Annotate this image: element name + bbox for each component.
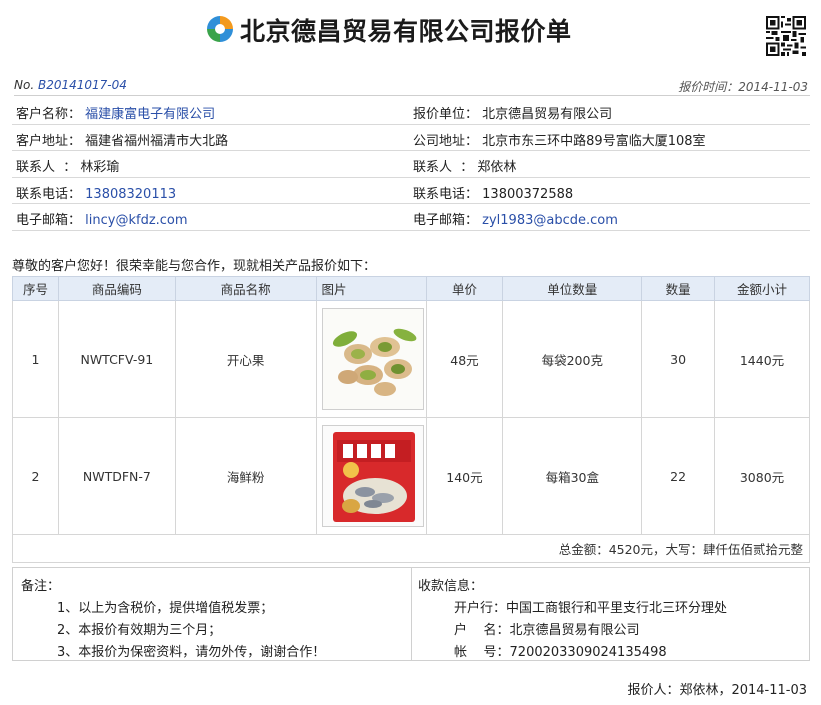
account-name: 户 名：北京德昌贸易有限公司 [454, 623, 640, 638]
col-header-name: 商品名称 [174, 276, 317, 301]
greeting-text: 尊敬的客户您好！很荣幸能与您合作，现就相关产品报价如下： [12, 259, 377, 274]
row-unit-qty: 每箱30盒 [502, 417, 643, 535]
party-info: 客户名称： 福建康富电子有限公司 报价单位： 北京德昌贸易有限公司 客户地址： … [12, 98, 810, 231]
quote-date-label: 报价时间： [678, 80, 739, 94]
row-name: 海鲜粉 [174, 417, 317, 535]
remark-line: 2、本报价有效期为三个月； [57, 623, 222, 638]
info-row-address: 客户地址： 福建省福州福清市大北路 公司地址： 北京市东三环中路89号富临大厦1… [12, 125, 810, 151]
client-contact-value: 林彩瑜 [80, 160, 120, 175]
row-price: 140元 [425, 417, 504, 535]
quote-meta-row: No. B20141017-04 报价时间：2014-11-03 [14, 76, 810, 96]
row-price: 48元 [425, 300, 504, 418]
document-header: 北京德昌贸易有限公司报价单 [0, 0, 821, 62]
table-header-row: 序号 商品编码 商品名称 图片 单价 单位数量 数量 金额小计 [12, 276, 810, 301]
col-header-code: 商品编码 [57, 276, 176, 301]
supplier-unit-value: 北京德昌贸易有限公司 [482, 107, 613, 122]
supplier-contact: 联系人 ： 郑依林 [413, 160, 517, 175]
col-header-price: 单价 [425, 276, 504, 301]
quote-number: No. B20141017-04 [14, 78, 127, 92]
page-title: 北京德昌贸易有限公司报价单 [240, 17, 572, 46]
col-header-no: 序号 [12, 276, 59, 301]
qr-code-icon [766, 16, 806, 56]
col-header-image: 图片 [315, 276, 427, 301]
quote-items-table: 序号 商品编码 商品名称 图片 单价 单位数量 数量 金额小计 1 NWTCFV… [12, 276, 810, 563]
row-code: NWTCFV-91 [57, 300, 176, 418]
col-header-unit-qty: 单位数量 [502, 276, 643, 301]
quoter-signature: 报价人：郑依林，2014-11-03 [627, 683, 807, 698]
row-qty: 22 [641, 417, 716, 535]
row-no: 2 [12, 417, 59, 535]
quote-number-value: B20141017-04 [37, 78, 127, 92]
account-number: 帐 号：7200203309024135498 [454, 645, 667, 660]
row-no: 1 [12, 300, 59, 418]
client-address-value: 福建省福州福清市大北路 [85, 133, 229, 149]
bank-name: 开户行：中国工商银行和平里支行北三环分理处 [454, 601, 728, 616]
remark-line: 3、本报价为保密资料，请勿外传，谢谢合作！ [57, 645, 326, 660]
quote-number-label: No. [14, 78, 35, 92]
client-contact: 联系人 ： 林彩瑜 [16, 160, 120, 175]
supplier-address-value: 北京市东三环中路89号富临大厦108室 [482, 133, 706, 149]
client-address: 客户地址： 福建省福州福清市大北路 [16, 133, 229, 149]
client-email: 电子邮箱： lincy@kfdz.com [16, 213, 188, 228]
client-name: 客户名称： 福建康富电子有限公司 [16, 107, 216, 122]
row-subtotal: 3080元 [714, 417, 810, 535]
notes-panel: 备注： 1、以上为含税价，提供增值税发票； 2、本报价有效期为三个月； 3、本报… [12, 567, 810, 661]
supplier-contact-value: 郑依林 [477, 160, 517, 175]
client-phone-value: 13808320113 [85, 186, 177, 202]
info-row-phone: 联系电话： 13808320113 联系电话： 13800372588 [12, 178, 810, 204]
row-subtotal: 1440元 [714, 300, 810, 418]
pistachio-image [321, 308, 424, 410]
quote-date: 报价时间：2014-11-03 [678, 78, 808, 95]
table-total-row: 总金额：4520元，大写：肆仟伍佰贰拾元整 [12, 534, 810, 563]
row-name: 开心果 [174, 300, 317, 418]
col-header-subtotal: 金额小计 [714, 276, 810, 301]
table-row: 1 NWTCFV-91 开心果 48元 每袋200克 30 1440元 [12, 300, 810, 418]
client-email-link[interactable]: lincy@kfdz.com [85, 213, 187, 228]
supplier-email-link[interactable]: zyl1983@abcde.com [482, 213, 618, 228]
supplier-phone-value: 13800372588 [482, 186, 574, 202]
company-logo-icon [207, 16, 233, 42]
quote-date-value: 2014-11-03 [738, 80, 808, 94]
row-code: NWTDFN-7 [57, 417, 176, 535]
row-image-cell [315, 417, 427, 535]
supplier-email: 电子邮箱： zyl1983@abcde.com [413, 213, 618, 228]
supplier-address: 公司地址： 北京市东三环中路89号富临大厦108室 [413, 133, 706, 149]
client-name-value: 福建康富电子有限公司 [85, 107, 216, 122]
info-row-contact: 联系人 ： 林彩瑜 联系人 ： 郑依林 [12, 151, 810, 178]
remarks-label: 备注： [21, 579, 61, 594]
row-qty: 30 [641, 300, 716, 418]
info-row-name: 客户名称： 福建康富电子有限公司 报价单位： 北京德昌贸易有限公司 [12, 98, 810, 125]
info-row-email: 电子邮箱： lincy@kfdz.com 电子邮箱： zyl1983@abcde… [12, 204, 810, 231]
client-phone: 联系电话： 13808320113 [16, 186, 177, 202]
seafood-powder-image [321, 425, 424, 527]
payment-info-label: 收款信息： [418, 579, 484, 594]
notes-divider [411, 568, 412, 660]
row-image-cell [315, 300, 427, 418]
row-unit-qty: 每袋200克 [502, 300, 643, 418]
table-row: 2 NWTDFN-7 海鲜粉 140元 每箱30盒 22 3080元 [12, 417, 810, 535]
supplier-unit: 报价单位： 北京德昌贸易有限公司 [413, 107, 613, 122]
col-header-qty: 数量 [641, 276, 716, 301]
remark-line: 1、以上为含税价，提供增值税发票； [57, 601, 274, 616]
total-amount: 总金额：4520元，大写：肆仟伍佰贰拾元整 [12, 534, 810, 563]
supplier-phone: 联系电话： 13800372588 [413, 186, 574, 202]
